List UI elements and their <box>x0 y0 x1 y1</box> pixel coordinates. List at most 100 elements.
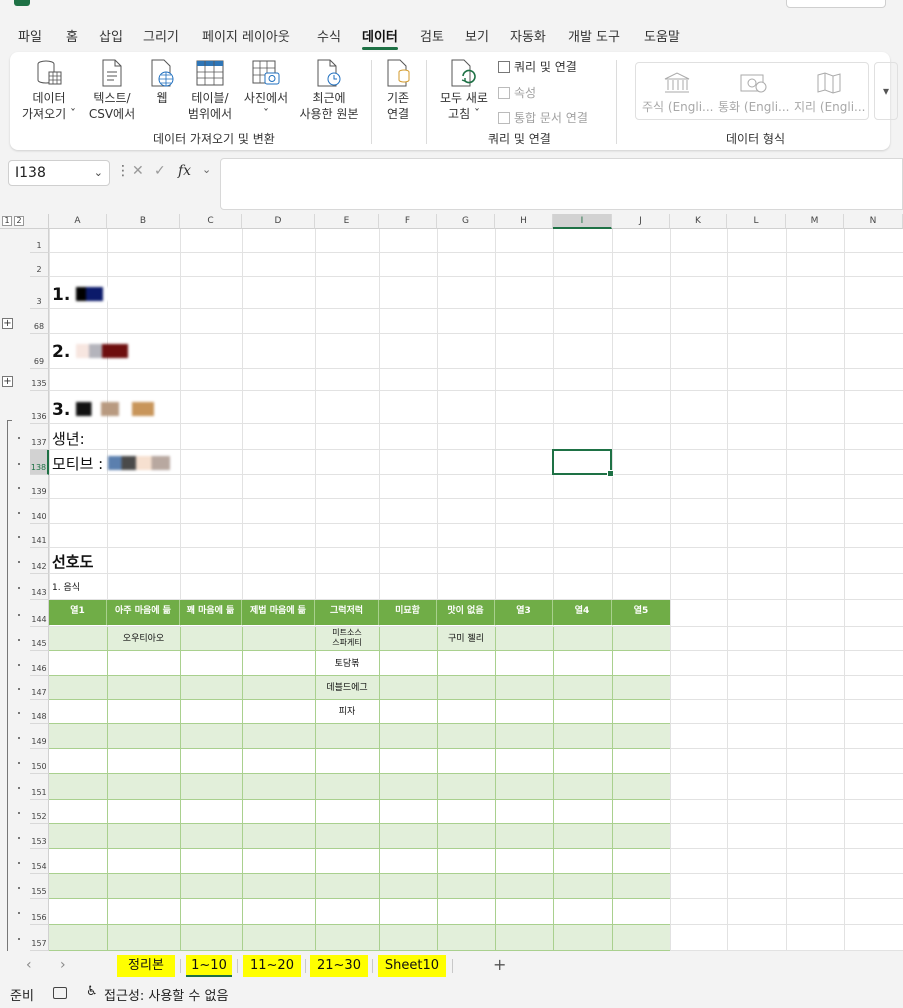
cell-a143[interactable]: 1. 음식 <box>52 580 80 593</box>
currencies-data-type[interactable]: 통화 (Engli... <box>718 71 790 115</box>
tab-view[interactable]: 보기 <box>465 26 489 45</box>
tab-review[interactable]: 검토 <box>420 26 444 45</box>
column-header-b[interactable]: B <box>107 214 180 229</box>
macro-record-icon[interactable] <box>53 987 67 999</box>
data-types-more-button[interactable]: ▾ <box>874 62 898 120</box>
row-header-142[interactable]: 142 <box>30 548 49 574</box>
row-header-139[interactable]: 139 <box>30 475 49 499</box>
queries-connections-button[interactable]: 쿼리 및 연결 <box>498 58 577 75</box>
sheet-tab-1-10[interactable]: 1~10 <box>182 951 236 979</box>
column-header-c[interactable]: C <box>180 214 242 229</box>
row-header-154[interactable]: 154 <box>30 849 49 874</box>
table-header-cell[interactable]: 아주 마음에 듦 <box>107 600 180 625</box>
enter-icon[interactable]: ✓ <box>154 163 166 179</box>
from-web-button[interactable]: 웹 <box>146 58 178 106</box>
recent-sources-button[interactable]: 최근에 사용한 원본 <box>296 58 362 122</box>
table-header-cell[interactable]: 그럭저럭 <box>315 600 379 625</box>
expand-rows-button[interactable]: + <box>2 317 13 329</box>
column-header-n[interactable]: N <box>844 214 903 229</box>
table-header-cell[interactable]: 열4 <box>553 600 612 625</box>
column-header-j[interactable]: J <box>612 214 670 229</box>
tab-home[interactable]: 홈 <box>66 26 78 45</box>
worksheet-grid[interactable]: ABCDEFGHIJKLMN 1 2 열1 아주 마음에 듦꽤 마음에 듦 제법 마… <box>0 214 903 951</box>
insert-function-button[interactable]: fx <box>178 163 191 179</box>
tab-developer[interactable]: 개발 도구 <box>568 26 620 45</box>
row-header-147[interactable]: 147 <box>30 676 49 700</box>
existing-connections-button[interactable]: 기존 연결 <box>380 58 416 122</box>
add-sheet-button[interactable]: + <box>493 955 506 974</box>
get-data-button[interactable]: 데이터 가져오기 ˇ <box>20 58 78 122</box>
from-picture-button[interactable]: 사진에서 ˇ <box>240 58 292 122</box>
row-header-68[interactable]: 68 <box>30 309 49 334</box>
row-header-138[interactable]: 138 <box>30 450 49 475</box>
tab-insert[interactable]: 삽입 <box>99 26 123 45</box>
cell-a137[interactable]: 생년: <box>52 428 85 449</box>
table-header-cell[interactable]: 맛이 없음 <box>437 600 495 625</box>
row-header-143[interactable]: 143 <box>30 574 49 600</box>
row-header-157[interactable]: 157 <box>30 925 49 951</box>
from-text-csv-button[interactable]: 텍스트/ CSV에서 <box>86 58 138 122</box>
row-header-141[interactable]: 141 <box>30 524 49 548</box>
table-cell-b145[interactable]: 오우티아오 <box>107 633 180 645</box>
row-header-1[interactable]: 1 <box>30 229 49 253</box>
scroll-left-icon[interactable]: ‹ <box>26 957 32 973</box>
row-header-150[interactable]: 150 <box>30 749 49 774</box>
row-header-3[interactable]: 3 <box>30 277 49 309</box>
sheet-tab-11-20[interactable]: 11~20 <box>243 955 301 977</box>
row-header-135[interactable]: 135 <box>30 369 49 391</box>
tab-data[interactable]: 데이터 <box>362 26 398 50</box>
table-cell-e145[interactable]: 미트소스 스파게티 <box>315 628 379 648</box>
stocks-data-type[interactable]: 주식 (Engli... <box>642 71 714 115</box>
column-header-l[interactable]: L <box>727 214 786 229</box>
table-cell-e146[interactable]: 토담볶 <box>315 658 379 670</box>
active-cell-i138[interactable] <box>552 449 614 477</box>
table-header-cell[interactable]: 열5 <box>612 600 670 625</box>
table-header-cell[interactable]: 열3 <box>495 600 553 625</box>
row-header-149[interactable]: 149 <box>30 724 49 749</box>
column-header-e[interactable]: E <box>315 214 379 229</box>
table-header-cell[interactable]: 꽤 마음에 듦 <box>180 600 242 625</box>
row-header-137[interactable]: 137 <box>30 424 49 450</box>
tab-file[interactable]: 파일 <box>18 26 42 45</box>
sheet-tab-summary[interactable]: 정리본 <box>117 955 175 977</box>
table-header-cell[interactable]: 제법 마음에 듦 <box>242 600 315 625</box>
scroll-right-icon[interactable]: › <box>60 957 66 973</box>
row-header-69[interactable]: 69 <box>30 334 49 369</box>
search-box[interactable] <box>786 0 886 8</box>
tab-draw[interactable]: 그리기 <box>143 26 179 45</box>
tab-automate[interactable]: 자동화 <box>510 26 546 45</box>
row-header-145[interactable]: 145 <box>30 627 49 651</box>
column-header-g[interactable]: G <box>437 214 495 229</box>
row-header-152[interactable]: 152 <box>30 800 49 824</box>
table-cell-g145[interactable]: 구미 젤리 <box>437 633 495 645</box>
formula-input[interactable] <box>220 158 903 210</box>
sheet-tab-21-30[interactable]: 21~30 <box>310 955 368 977</box>
sheet-tab-sheet10[interactable]: Sheet10 <box>378 955 446 977</box>
tab-help[interactable]: 도움말 <box>644 26 680 45</box>
row-header-146[interactable]: 146 <box>30 651 49 676</box>
from-table-range-button[interactable]: 테이블/ 범위에서 <box>186 58 234 122</box>
properties-button[interactable]: 속성 <box>498 84 536 101</box>
table-header-cell[interactable]: 열1 <box>49 600 107 625</box>
column-header-d[interactable]: D <box>242 214 315 229</box>
column-header-k[interactable]: K <box>670 214 727 229</box>
cell-a3[interactable]: 1. <box>52 285 111 305</box>
select-all-corner[interactable]: 1 2 <box>0 214 49 229</box>
row-header-2[interactable]: 2 <box>30 253 49 277</box>
cell-a136[interactable]: 3. <box>52 400 155 420</box>
table-header-cell[interactable]: 미묘함 <box>379 600 437 625</box>
row-header-136[interactable]: 136 <box>30 391 49 424</box>
tab-page-layout[interactable]: 페이지 레이아웃 <box>202 26 290 45</box>
table-cell-e147[interactable]: 데블드에그 <box>315 682 379 694</box>
row-header-156[interactable]: 156 <box>30 899 49 925</box>
accessibility-status[interactable]: 접근성: 사용할 수 없음 <box>104 985 228 1004</box>
row-header-151[interactable]: 151 <box>30 774 49 800</box>
cancel-icon[interactable]: ✕ <box>132 163 144 179</box>
outline-level-2-button[interactable]: 2 <box>14 216 24 226</box>
cell-a69[interactable]: 2. <box>52 342 129 362</box>
row-header-148[interactable]: 148 <box>30 700 49 724</box>
column-header-a[interactable]: A <box>49 214 107 229</box>
column-header-i[interactable]: I <box>553 214 612 229</box>
expand-rows-button[interactable]: + <box>2 376 13 387</box>
name-box[interactable]: I138 ⌄ <box>8 160 110 186</box>
